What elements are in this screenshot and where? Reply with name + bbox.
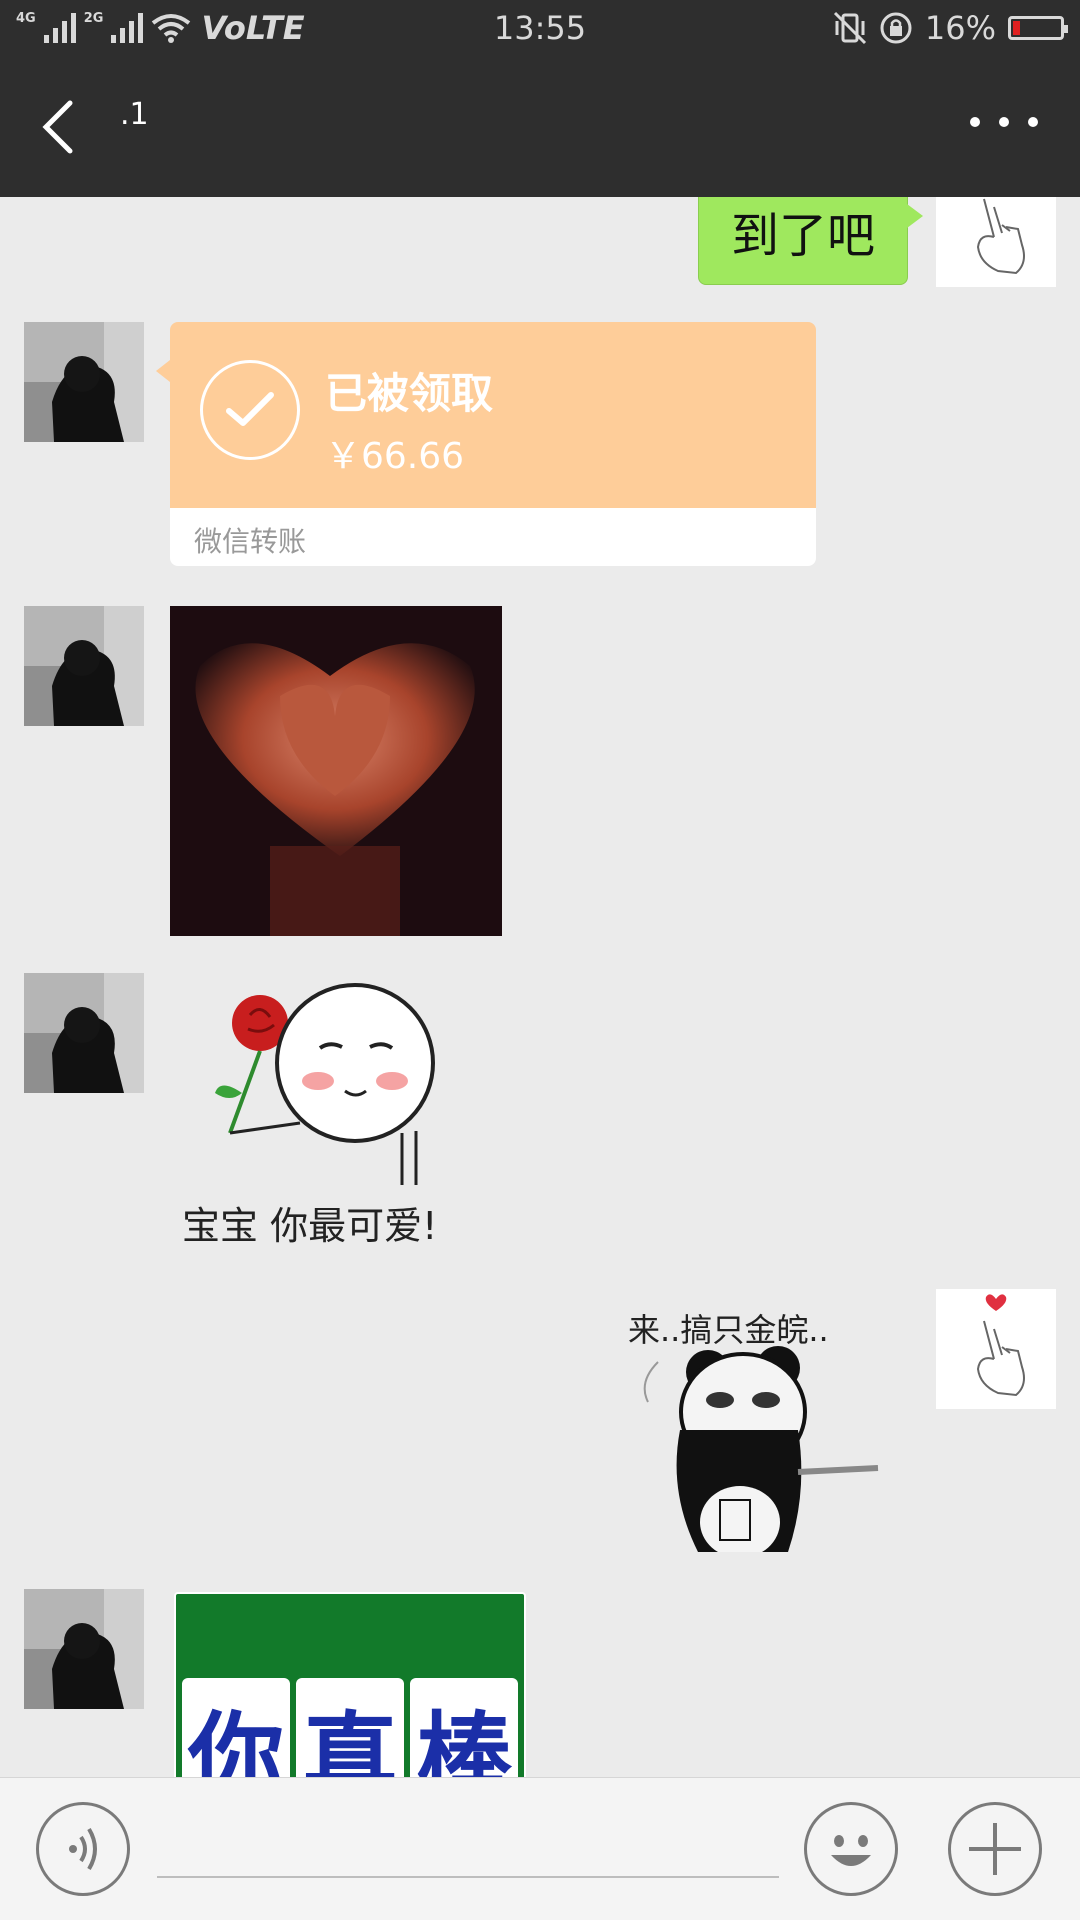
finger-heart-hand-icon — [976, 1294, 1025, 1397]
sticker-caption: 宝宝 你最可爱! — [182, 1204, 438, 1248]
emoji-button[interactable] — [804, 1802, 898, 1896]
transfer-amount: ￥66.66 — [325, 436, 465, 477]
message-input[interactable] — [157, 1814, 779, 1878]
avatar-contact[interactable] — [24, 322, 144, 442]
transfer-card[interactable]: 已被领取 ￥66.66 微信转账 — [156, 322, 816, 566]
status-bar: 4G 2G VoLTE 13:55 16% — [0, 0, 1080, 57]
voice-button[interactable] — [36, 1802, 130, 1896]
rotation-lock-icon — [880, 12, 912, 44]
chat-header: .1 — [0, 57, 1080, 197]
check-circle-icon — [200, 360, 300, 460]
more-functions-button[interactable] — [948, 1802, 1042, 1896]
mahjong-tile: 棒 — [410, 1678, 518, 1777]
transfer-card-footer: 微信转账 — [170, 508, 816, 566]
input-bar — [0, 1777, 1080, 1920]
transfer-status: 已被领取 — [325, 369, 494, 418]
more-dots-icon — [970, 117, 980, 127]
avatar-contact[interactable] — [24, 606, 144, 726]
rose-sticker[interactable]: 宝宝 你最可爱! — [170, 973, 470, 1253]
vibrate-icon — [833, 11, 866, 45]
more-button[interactable] — [970, 107, 1038, 137]
finger-heart-hand-icon — [976, 198, 1025, 275]
message-list[interactable]: 到了吧 已被领取 ￥66.66 微信转账 宝宝 你最可爱! 来..搞只金皖.. … — [0, 197, 1080, 1777]
voice-icon — [69, 1827, 97, 1871]
avatar-self[interactable] — [936, 1289, 1056, 1409]
rose-face-icon — [215, 983, 435, 1185]
avatar-photo — [24, 322, 144, 442]
message-bubble-self[interactable]: 到了吧 — [698, 197, 923, 285]
plus-icon — [969, 1823, 1021, 1875]
avatar-contact[interactable] — [24, 1589, 144, 1709]
transfer-label: 微信转账 — [194, 525, 307, 558]
avatar-photo — [24, 606, 144, 726]
mahjong-tile: 真 — [296, 1678, 404, 1777]
battery-percent: 16% — [924, 9, 996, 47]
panda-sticker[interactable]: 来..搞只金皖.. — [608, 1287, 910, 1552]
transfer-card-body: 已被领取 ￥66.66 — [156, 322, 816, 508]
emoji-icon — [831, 1835, 871, 1866]
heart-hands-image[interactable] — [170, 606, 502, 936]
battery-icon — [1008, 16, 1068, 40]
avatar-photo — [24, 1589, 144, 1709]
avatar-contact[interactable] — [24, 973, 144, 1093]
mahjong-tile: 你 — [182, 1678, 290, 1777]
mahjong-sticker[interactable]: 你 真 棒 — [174, 1592, 526, 1777]
back-button[interactable] — [38, 99, 86, 155]
chat-title: .1 — [120, 97, 149, 132]
status-right: 16% — [833, 8, 1068, 48]
panda-face-icon — [643, 1346, 879, 1552]
avatar-self[interactable] — [936, 197, 1056, 287]
battery-level — [1013, 21, 1020, 35]
avatar-photo — [24, 973, 144, 1093]
chevron-left-icon — [42, 100, 73, 154]
message-text: 到了吧 — [730, 208, 875, 264]
